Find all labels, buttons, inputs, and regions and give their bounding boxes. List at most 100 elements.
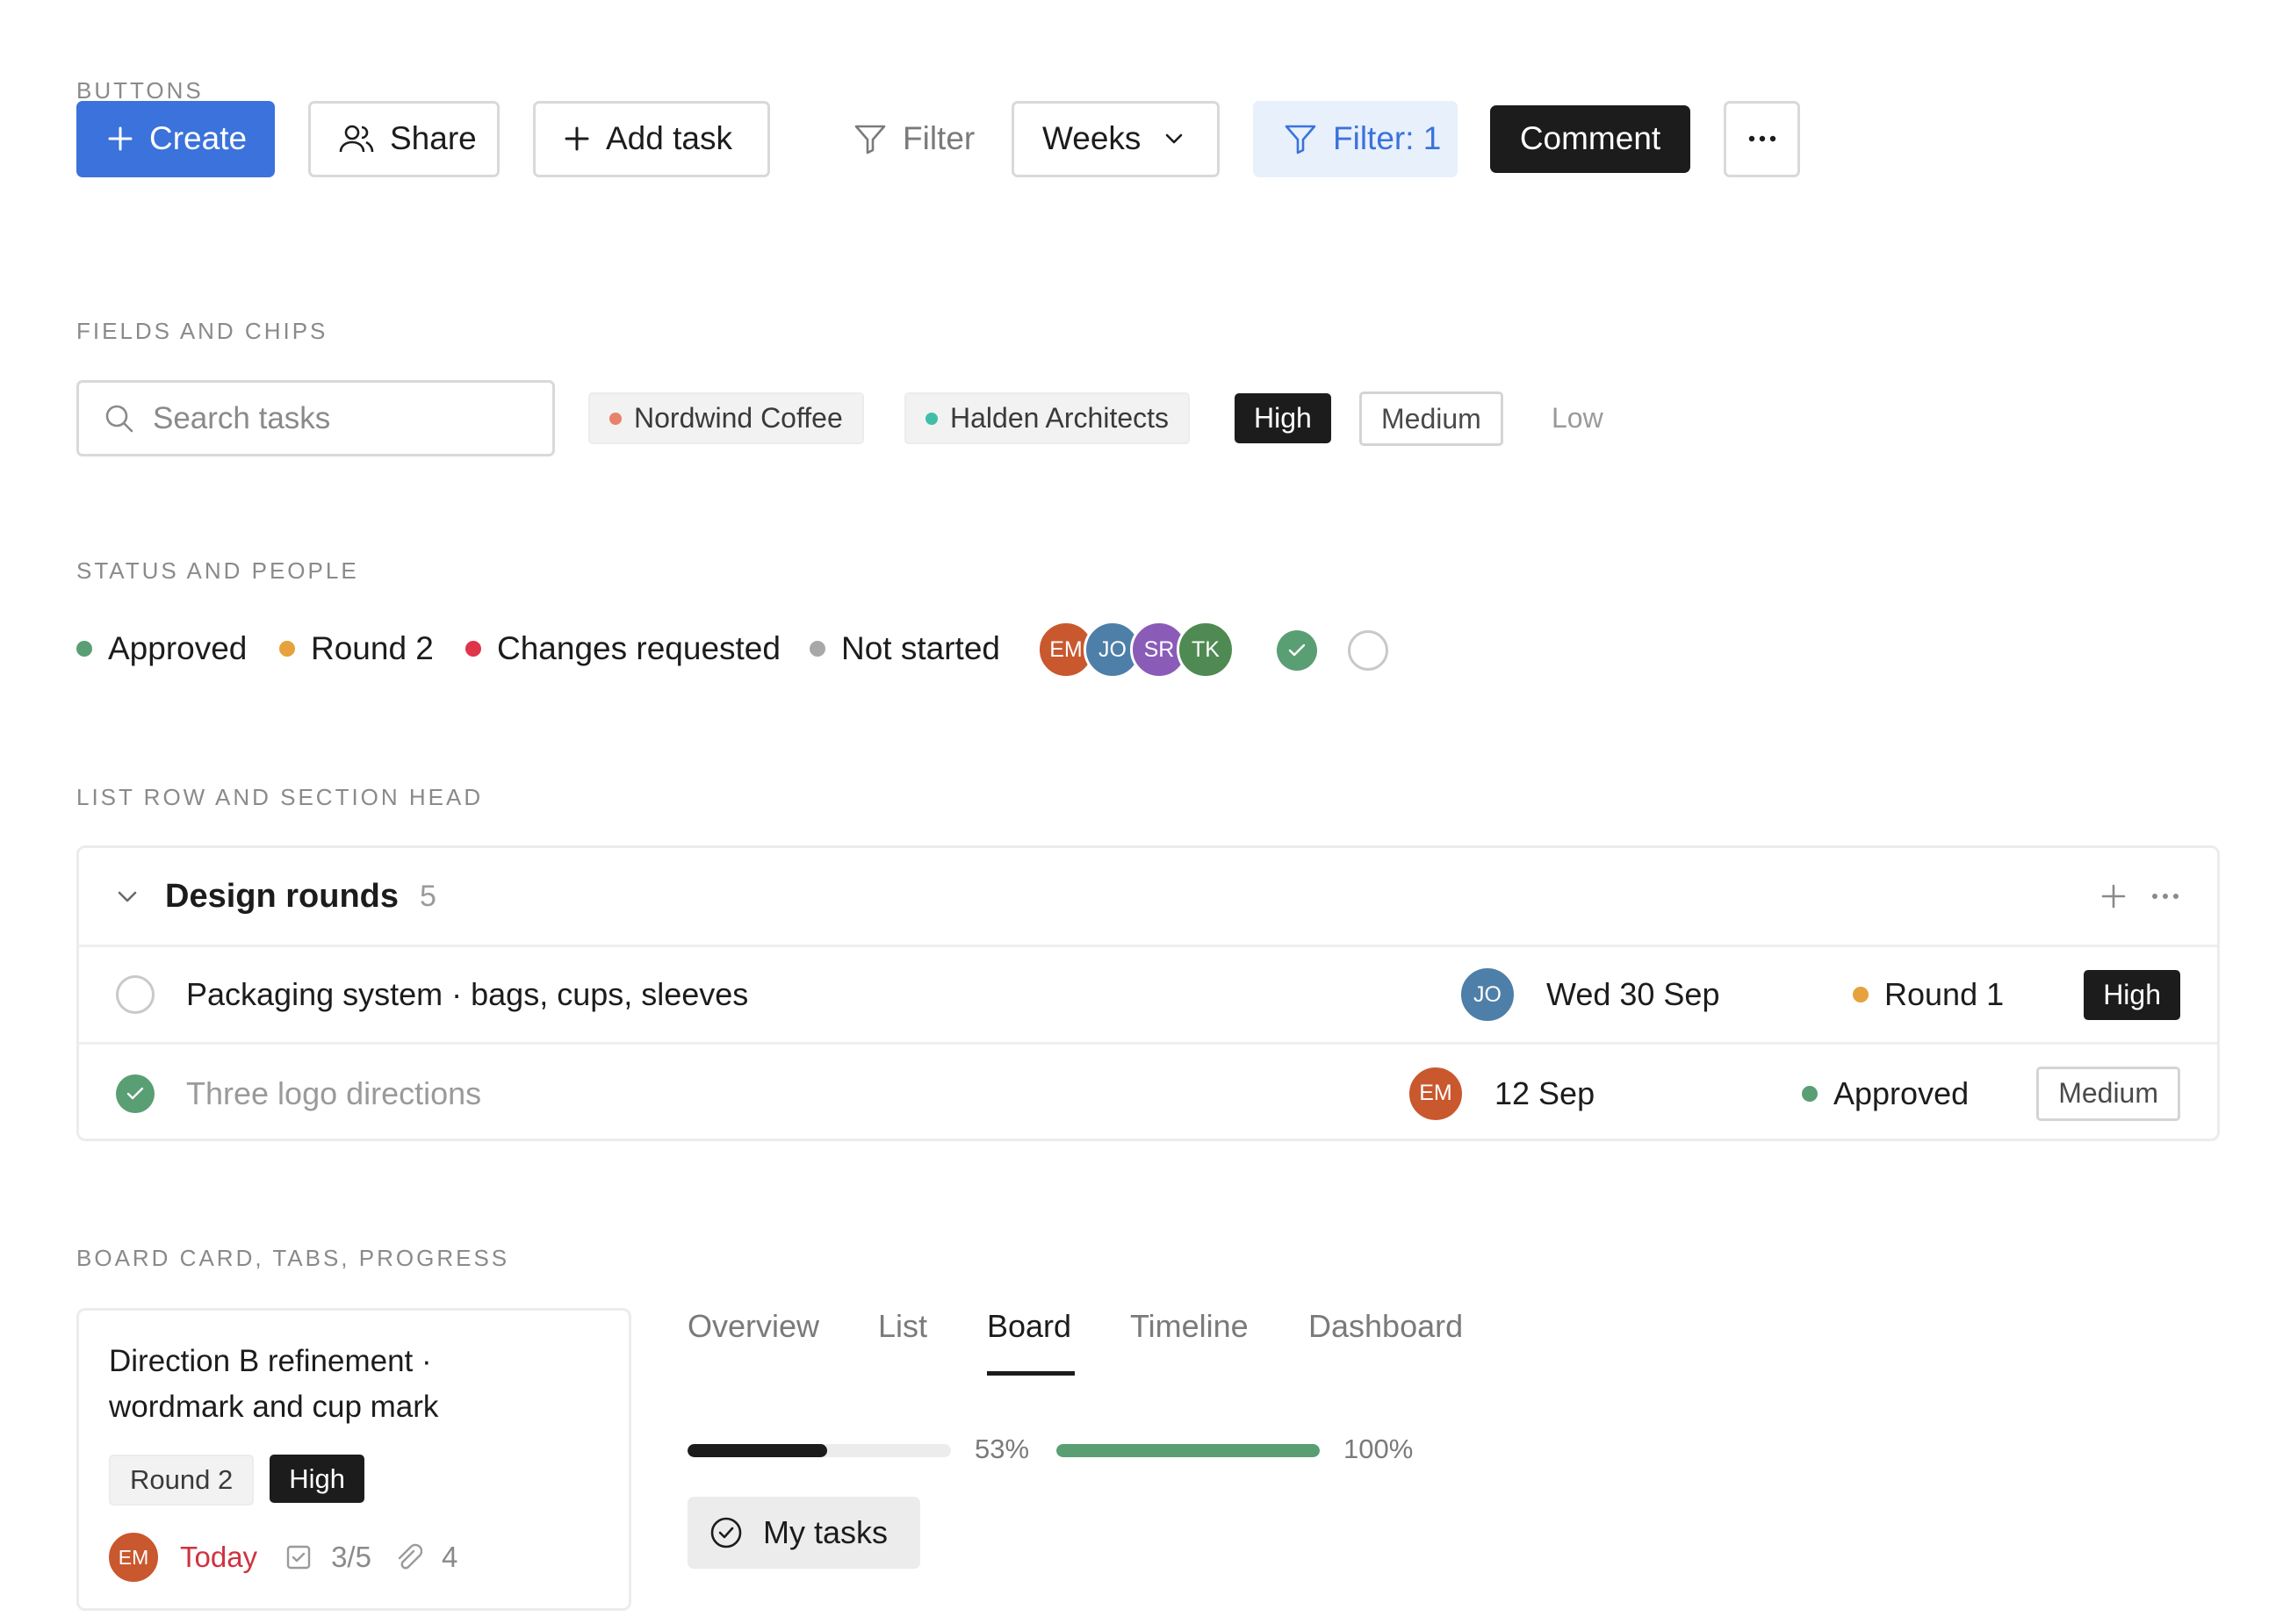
create-button-label: Create	[149, 120, 248, 156]
filter-active-button[interactable]: Filter: 1	[1253, 100, 1458, 177]
tab-timeline[interactable]: Timeline	[1130, 1308, 1249, 1345]
complete-checkbox-checked[interactable]	[116, 1074, 155, 1113]
comment-button-label: Comment	[1519, 120, 1661, 156]
more-horizontal-icon[interactable]	[2150, 892, 2180, 901]
task-title[interactable]: Packaging system · bags, cups, sleeves	[186, 976, 748, 1013]
section-label-fields: FIELDS AND CHIPS	[76, 318, 328, 344]
assignee-avatar[interactable]: JO	[1458, 966, 1516, 1024]
search-input[interactable]: Search tasks	[76, 380, 555, 456]
search-icon	[105, 405, 133, 432]
plus-icon	[108, 126, 133, 151]
status-not-started: Not started	[810, 630, 1000, 667]
assignee-avatar[interactable]: EM	[1407, 1064, 1465, 1123]
priority-chip[interactable]: High	[270, 1455, 364, 1503]
table-row[interactable]: Three logo directions EM 12 Sep Approved…	[79, 1045, 2217, 1142]
tab-list[interactable]: List	[878, 1308, 927, 1345]
task-title[interactable]: Three logo directions	[186, 1075, 481, 1112]
add-task-button[interactable]: Add task	[533, 100, 770, 177]
status-label: Changes requested	[497, 630, 781, 666]
section-label-status: STATUS AND PEOPLE	[76, 557, 359, 584]
avatar-stack[interactable]: EM JO SR TK	[1037, 621, 1235, 679]
subtask-count: 3/5	[331, 1541, 371, 1573]
filter-button-label: Filter	[903, 120, 976, 156]
progress-bar	[1056, 1444, 1320, 1457]
status-dot	[76, 641, 92, 657]
progress-fill	[688, 1444, 827, 1457]
share-button-label: Share	[390, 120, 477, 156]
chevron-down-icon[interactable]	[116, 888, 139, 904]
progress-bar	[688, 1444, 951, 1457]
status-badge[interactable]: Round 1	[1853, 976, 2004, 1013]
check-icon	[126, 1087, 144, 1099]
tab-dashboard[interactable]: Dashboard	[1308, 1308, 1463, 1345]
status-changes-requested: Changes requested	[465, 630, 781, 667]
share-button[interactable]: Share	[308, 100, 500, 177]
status-round-2: Round 2	[279, 630, 434, 667]
round-chip[interactable]: Round 2	[109, 1455, 255, 1505]
board-card[interactable]: Direction B refinement · wordmark and cu…	[76, 1308, 631, 1611]
more-button[interactable]	[1724, 100, 1800, 177]
status-label: Round 2	[311, 630, 434, 666]
filter-active-button-label: Filter: 1	[1333, 120, 1442, 156]
chevron-down-icon	[1166, 133, 1183, 144]
tab-overview[interactable]: Overview	[688, 1308, 819, 1345]
progress-label: 53%	[975, 1434, 1030, 1464]
client-chip-label: Halden Architects	[950, 402, 1170, 434]
checkbox-icon	[286, 1545, 311, 1570]
active-tab-indicator	[987, 1371, 1075, 1376]
due-date[interactable]: Wed 30 Sep	[1546, 976, 1719, 1013]
priority-chip-low[interactable]: Low	[1532, 392, 1623, 444]
check-circle-icon	[710, 1517, 742, 1549]
avatar[interactable]: TK	[1177, 621, 1235, 679]
priority-chip-high[interactable]: High	[1235, 393, 1331, 443]
weeks-dropdown-label: Weeks	[1042, 120, 1142, 156]
status-dot	[1853, 987, 1869, 1002]
filter-icon	[1285, 125, 1316, 154]
add-task-button-label: Add task	[606, 120, 732, 156]
client-chip-label: Nordwind Coffee	[634, 402, 843, 434]
status-dot	[810, 641, 825, 657]
progress-label: 100%	[1343, 1434, 1414, 1464]
plus-icon[interactable]	[2101, 884, 2126, 909]
status-label: Round 1	[1884, 976, 2005, 1012]
priority-chip[interactable]: High	[2084, 969, 2180, 1020]
card-title: Direction B refinement · wordmark and cu…	[109, 1344, 439, 1424]
client-chip-halden[interactable]: Halden Architects	[904, 392, 1191, 444]
priority-chip-medium[interactable]: Medium	[1359, 392, 1503, 446]
plus-icon	[565, 126, 589, 151]
progress-fill	[1056, 1444, 1320, 1457]
status-badge[interactable]: Approved	[1802, 1075, 1969, 1112]
status-label: Approved	[1833, 1074, 1970, 1111]
status-dot	[279, 641, 295, 657]
section-label-list: LIST ROW AND SECTION HEAD	[76, 784, 484, 810]
complete-checkbox-empty[interactable]	[1348, 630, 1388, 671]
more-horizontal-icon	[1748, 135, 1775, 142]
client-chip-nordwind[interactable]: Nordwind Coffee	[588, 392, 864, 444]
my-tasks-label: My tasks	[763, 1514, 889, 1550]
filter-icon	[854, 125, 886, 154]
tab-board[interactable]: Board	[987, 1308, 1071, 1345]
section-title: Design rounds	[165, 877, 400, 915]
weeks-dropdown[interactable]: Weeks	[1012, 100, 1220, 177]
client-color-dot	[925, 412, 938, 425]
assignee-avatar[interactable]: EM	[106, 1530, 161, 1584]
complete-checkbox-checked[interactable]	[1277, 630, 1317, 671]
attachment-count: 4	[441, 1541, 458, 1573]
users-icon	[339, 125, 374, 153]
due-date[interactable]: 12 Sep	[1494, 1075, 1595, 1112]
section-head: Design rounds 5	[79, 848, 2217, 947]
priority-chip[interactable]: Medium	[2036, 1066, 2180, 1121]
table-row[interactable]: Packaging system · bags, cups, sleeves J…	[79, 947, 2217, 1045]
create-button[interactable]: Create	[76, 100, 275, 177]
due-date: Today	[180, 1541, 258, 1573]
comment-button[interactable]: Comment	[1490, 104, 1690, 173]
check-icon	[1288, 643, 1306, 657]
my-tasks-button[interactable]: My tasks	[688, 1497, 920, 1569]
section-count: 5	[420, 879, 436, 913]
filter-button[interactable]: Filter	[823, 100, 998, 177]
list-section: Design rounds 5 Packaging system · bags,…	[76, 845, 2220, 1141]
section-label-board: BOARD CARD, TABS, PROGRESS	[76, 1245, 510, 1271]
complete-checkbox-empty[interactable]	[116, 975, 155, 1014]
status-label: Approved	[108, 630, 248, 666]
paperclip-icon	[398, 1543, 422, 1570]
